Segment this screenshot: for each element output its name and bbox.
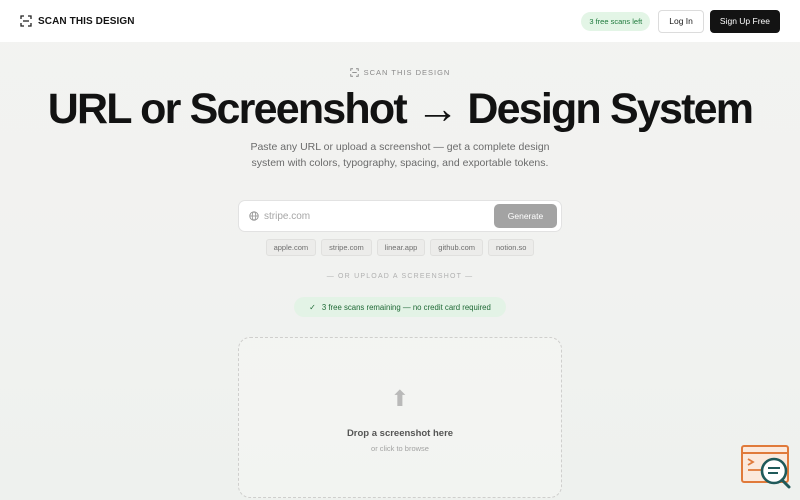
screenshot-dropzone[interactable] — [238, 337, 562, 498]
signup-button[interactable]: Sign Up Free — [709, 9, 780, 33]
globe-icon — [249, 211, 259, 221]
suggestion-chip[interactable]: github.com — [430, 239, 483, 256]
url-form: Generate — [238, 200, 562, 232]
dropzone-subtitle: or click to browse — [371, 444, 429, 453]
hero-eyebrow: SCAN THIS DESIGN — [0, 68, 800, 77]
generate-button[interactable]: Generate — [494, 204, 557, 228]
upload-divider: — OR UPLOAD A SCREENSHOT — — [326, 273, 474, 280]
free-scans-notice: ✓ 3 free scans remaining — no credit car… — [294, 297, 506, 317]
suggestion-chip[interactable]: stripe.com — [321, 239, 372, 256]
feedback-widget-icon[interactable] — [741, 444, 791, 489]
top-nav: SCAN THIS DESIGN 3 free scans left Log I… — [0, 0, 800, 42]
suggestion-chip[interactable]: linear.app — [376, 239, 426, 256]
brand-name: SCAN THIS DESIGN — [38, 15, 135, 27]
scan-icon — [349, 68, 359, 77]
check-icon: ✓ — [309, 302, 316, 312]
page-title: URL or Screenshot → Design System — [47, 85, 754, 133]
suggestion-chips: apple.com stripe.com linear.app github.c… — [0, 239, 800, 256]
page-subtitle: Paste any URL or upload a screenshot — g… — [250, 141, 550, 169]
login-button[interactable]: Log In — [658, 9, 704, 33]
url-input[interactable] — [264, 210, 494, 222]
header-actions: 3 free scans left Log In Sign Up Free — [581, 9, 780, 33]
dropzone-title: Drop a screenshot here — [346, 428, 454, 439]
eyebrow-label: SCAN THIS DESIGN — [363, 68, 451, 77]
free-scans-text: 3 free scans remaining — no credit card … — [321, 302, 491, 312]
scans-left-badge: 3 free scans left — [581, 11, 651, 31]
suggestion-chip[interactable]: apple.com — [265, 239, 317, 256]
upload-icon: ⬆ — [390, 386, 410, 411]
suggestion-chip[interactable]: notion.so — [487, 239, 535, 256]
brand-logo[interactable]: SCAN THIS DESIGN — [20, 15, 135, 27]
scan-icon — [20, 15, 32, 27]
